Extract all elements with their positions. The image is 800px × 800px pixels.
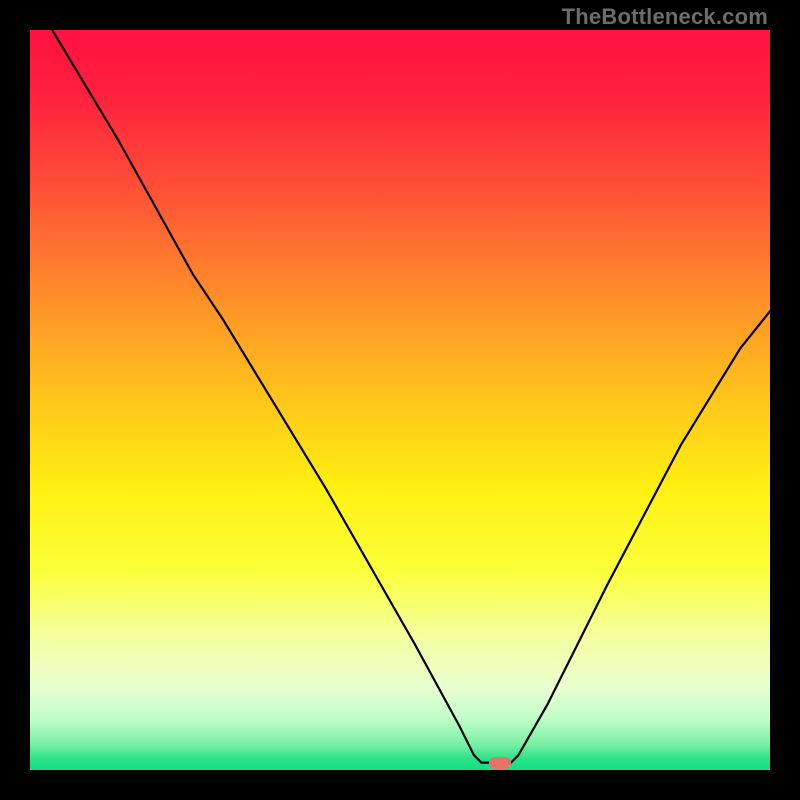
plot-area [30,30,770,770]
watermark-text: TheBottleneck.com [562,4,768,30]
chart-canvas: TheBottleneck.com [0,0,800,800]
bottleneck-curve [30,30,770,770]
optimal-marker [489,757,511,769]
